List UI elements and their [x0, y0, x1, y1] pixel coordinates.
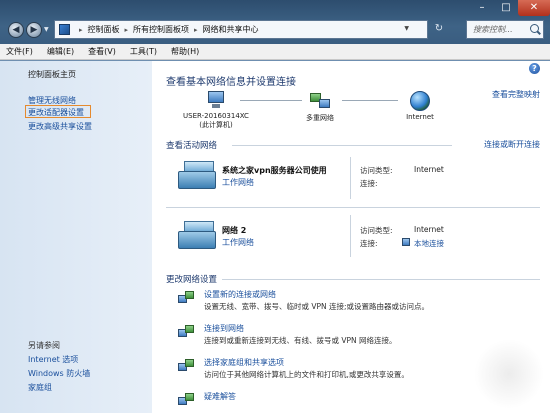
- refresh-icon[interactable]: ↻: [432, 22, 446, 36]
- search-placeholder: 搜索控制...: [473, 25, 513, 34]
- back-button[interactable]: ◀: [8, 22, 24, 38]
- breadcrumb-network-center[interactable]: 网络和共享中心: [203, 24, 259, 35]
- menu-edit[interactable]: 编辑(E): [47, 46, 74, 57]
- breadcrumb-chevron-icon[interactable]: ▸: [79, 26, 83, 34]
- network-bench-icon: [178, 221, 218, 251]
- map-node-computer: USER-20160314XC (此计算机): [170, 91, 262, 130]
- access-type-label: 访问类型:: [360, 226, 393, 235]
- connect-network-icon: [178, 325, 194, 339]
- sidebar-item-homegroup[interactable]: 家庭组: [28, 382, 52, 393]
- minimize-button[interactable]: –: [470, 0, 494, 16]
- control-panel-icon: [59, 24, 70, 35]
- view-full-map-link[interactable]: 查看完整映射: [492, 89, 540, 100]
- sidebar-item-change-adapter[interactable]: 更改适配器设置: [28, 107, 84, 118]
- task-connect-network-link[interactable]: 连接到网络: [204, 323, 244, 334]
- see-also-heading: 另请参阅: [28, 341, 60, 350]
- address-history-chevron-down-icon[interactable]: ▼: [404, 25, 409, 32]
- main-content: ? 查看基本网络信息并设置连接 查看完整映射 USER-20160314XC (…: [152, 61, 550, 413]
- window: ◀ ▶ ▼ ▸ 控制面板 ▸ 所有控制面板项 ▸ 网络和共享中心 ▼ ↻ 搜索控…: [0, 0, 550, 413]
- network-type-link[interactable]: 工作网络: [222, 237, 254, 248]
- menu-tools[interactable]: 工具(T): [130, 46, 157, 57]
- change-settings-heading: 更改网络设置: [166, 275, 218, 285]
- globe-icon: [410, 91, 430, 111]
- close-button[interactable]: ✕: [518, 0, 550, 16]
- sidebar: 控制面板主页 管理无线网络 更改适配器设置 更改高级共享设置 另请参阅 Inte…: [0, 61, 152, 413]
- menu-view[interactable]: 查看(V): [88, 46, 116, 57]
- computer-icon: [205, 91, 227, 109]
- map-node-internet: Internet: [392, 91, 448, 121]
- network-bench-icon: [178, 161, 218, 191]
- map-connector: [342, 100, 398, 101]
- address-toolbar: ◀ ▶ ▼ ▸ 控制面板 ▸ 所有控制面板项 ▸ 网络和共享中心 ▼ ↻ 搜索控…: [0, 0, 550, 44]
- forward-button[interactable]: ▶: [26, 22, 42, 38]
- connections-label: 连接:: [360, 239, 378, 248]
- menu-bar: 文件(F) 编辑(E) 查看(V) 工具(T) 帮助(H): [0, 44, 550, 60]
- section-divider: [222, 279, 540, 280]
- sidebar-item-advanced-sharing[interactable]: 更改高级共享设置: [28, 121, 92, 132]
- task-setup-connection-link[interactable]: 设置新的连接或网络: [204, 289, 276, 300]
- address-field[interactable]: ▸ 控制面板 ▸ 所有控制面板项 ▸ 网络和共享中心 ▼: [54, 20, 428, 39]
- breadcrumb-chevron-icon[interactable]: ▸: [194, 26, 198, 34]
- maximize-button[interactable]: □: [494, 0, 518, 16]
- troubleshoot-icon: [178, 393, 194, 407]
- map-node-network: 多重网络: [292, 91, 348, 123]
- breadcrumb-chevron-icon[interactable]: ▸: [125, 26, 129, 34]
- recent-pages-chevron-down-icon[interactable]: ▼: [44, 26, 49, 33]
- connect-disconnect-link[interactable]: 连接或断开连接: [484, 139, 540, 150]
- column-divider: [350, 157, 351, 199]
- menu-help[interactable]: 帮助(H): [171, 46, 199, 57]
- task-homegroup-link[interactable]: 选择家庭组和共享选项: [204, 357, 284, 368]
- active-networks-heading: 查看活动网络: [166, 141, 218, 151]
- watermark-logo: [474, 339, 544, 409]
- new-connection-icon: [178, 291, 194, 305]
- breadcrumb-control-panel[interactable]: 控制面板: [88, 24, 120, 35]
- connections-label: 连接:: [360, 179, 378, 188]
- network-name: 多重网络: [306, 114, 334, 122]
- menu-file[interactable]: 文件(F): [6, 46, 33, 57]
- computer-name: USER-20160314XC: [183, 112, 249, 120]
- lan-connection-icon: [402, 238, 410, 246]
- network-icon: [308, 91, 332, 111]
- access-type-value: Internet: [414, 225, 444, 234]
- sidebar-item-firewall[interactable]: Windows 防火墙: [28, 368, 90, 379]
- access-type-value: Internet: [414, 165, 444, 174]
- network-type-link[interactable]: 工作网络: [222, 177, 254, 188]
- access-type-label: 访问类型:: [360, 166, 393, 175]
- search-icon[interactable]: [530, 24, 539, 33]
- network-separator: [166, 207, 540, 208]
- computer-sub: (此计算机): [199, 121, 233, 129]
- local-connection-link[interactable]: 本地连接: [414, 238, 444, 249]
- task-troubleshoot-link[interactable]: 疑难解答: [204, 391, 236, 402]
- help-icon[interactable]: ?: [529, 63, 540, 74]
- task-setup-connection-desc: 设置无线、宽带、拨号、临时或 VPN 连接;或设置路由器或访问点。: [204, 302, 430, 311]
- sidebar-item-home[interactable]: 控制面板主页: [28, 69, 76, 80]
- page-title: 查看基本网络信息并设置连接: [166, 77, 296, 88]
- network-name: 网络 2: [222, 226, 247, 235]
- internet-label: Internet: [406, 113, 434, 121]
- task-connect-network-desc: 连接到或重新连接到无线、有线、拨号或 VPN 网络连接。: [204, 336, 397, 345]
- column-divider: [350, 215, 351, 257]
- homegroup-sharing-icon: [178, 359, 194, 373]
- network-name: 系统之家vpn服务器公司使用: [222, 166, 327, 175]
- search-input[interactable]: 搜索控制...: [466, 20, 544, 39]
- section-divider: [232, 145, 452, 146]
- breadcrumb-all-items[interactable]: 所有控制面板项: [133, 24, 189, 35]
- sidebar-item-internet-options[interactable]: Internet 选项: [28, 354, 78, 365]
